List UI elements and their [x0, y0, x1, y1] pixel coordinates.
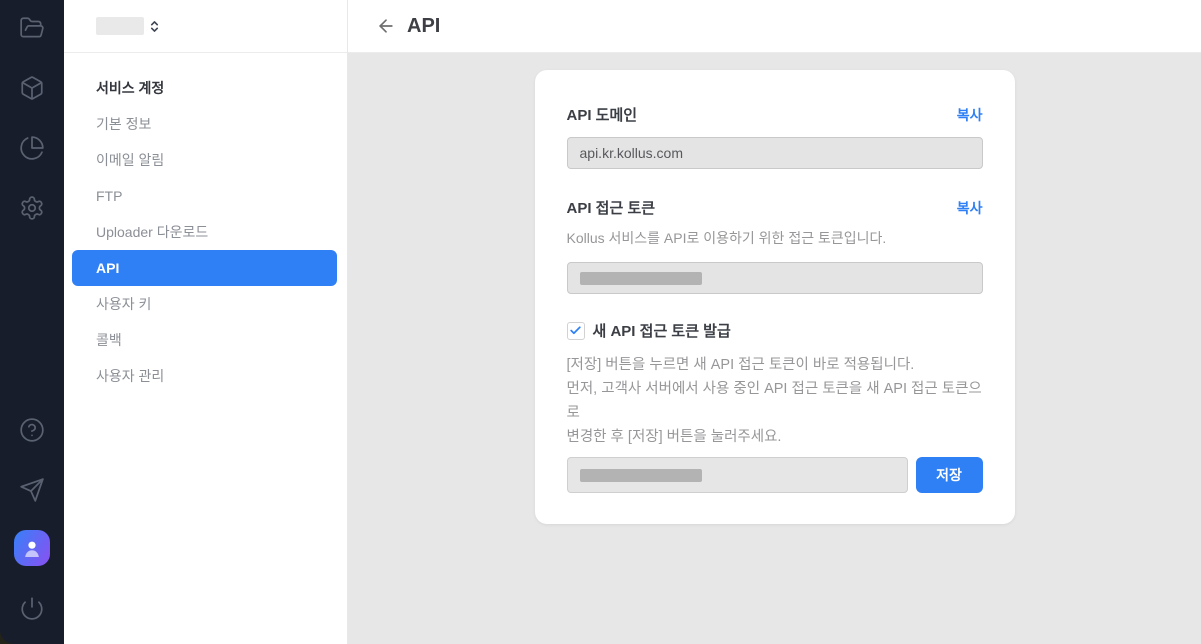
api-domain-section: API 도메인 복사 api.kr.kollus.com	[567, 104, 983, 169]
power-icon[interactable]	[12, 588, 52, 628]
account-select-value-redacted	[96, 17, 144, 35]
api-token-copy-button[interactable]: 복사	[957, 198, 983, 218]
new-token-input[interactable]	[567, 457, 908, 493]
pie-chart-icon[interactable]	[12, 128, 52, 168]
sidebar-item-callback[interactable]: 콜백	[72, 322, 337, 358]
redacted-token-value	[580, 272, 702, 285]
api-token-section: API 접근 토큰 복사 Kollus 서비스를 API로 이용하기 위한 접근…	[567, 197, 983, 294]
settings-sidebar: 서비스 계정 기본 정보 이메일 알림 FTP Uploader 다운로드 AP…	[64, 0, 348, 644]
chevron-up-down-icon	[149, 19, 160, 34]
help-line-1: [저장] 버튼을 누르면 새 API 접근 토큰이 바로 적용됩니다.	[567, 353, 983, 377]
api-domain-input[interactable]: api.kr.kollus.com	[567, 137, 983, 169]
sidebar-section-title: 서비스 계정	[72, 70, 337, 106]
api-token-label: API 접근 토큰	[567, 197, 656, 218]
cube-icon[interactable]	[12, 68, 52, 108]
check-icon	[569, 324, 582, 337]
content-area: API 도메인 복사 api.kr.kollus.com API 접근 토큰 복…	[348, 53, 1201, 644]
main-area: API API 도메인 복사 api.kr.kollus.com API 접근 …	[348, 0, 1201, 644]
gear-icon[interactable]	[12, 188, 52, 228]
folder-icon[interactable]	[12, 8, 52, 48]
app-window: 서비스 계정 기본 정보 이메일 알림 FTP Uploader 다운로드 AP…	[0, 0, 1201, 644]
new-token-checkbox-row[interactable]: 새 API 접근 토큰 발급	[567, 320, 983, 341]
help-icon[interactable]	[12, 410, 52, 450]
api-settings-card: API 도메인 복사 api.kr.kollus.com API 접근 토큰 복…	[535, 70, 1015, 524]
new-token-help-text: [저장] 버튼을 누르면 새 API 접근 토큰이 바로 적용됩니다. 먼저, …	[567, 353, 983, 449]
icon-rail	[0, 0, 64, 644]
sidebar-item-uploader-download[interactable]: Uploader 다운로드	[72, 214, 337, 250]
user-avatar[interactable]	[14, 530, 50, 566]
api-domain-label: API 도메인	[567, 104, 638, 125]
redacted-new-token-value	[580, 469, 702, 482]
page-title: API	[407, 15, 440, 38]
arrow-left-icon[interactable]	[374, 14, 398, 38]
sidebar-menu: 서비스 계정 기본 정보 이메일 알림 FTP Uploader 다운로드 AP…	[64, 53, 347, 394]
save-row: 저장	[567, 457, 983, 493]
save-button[interactable]: 저장	[916, 457, 983, 493]
help-line-3: 변경한 후 [저장] 버튼을 눌러주세요.	[567, 425, 983, 449]
send-icon[interactable]	[12, 470, 52, 510]
sidebar-item-email-alerts[interactable]: 이메일 알림	[72, 142, 337, 178]
new-token-checkbox-label: 새 API 접근 토큰 발급	[593, 320, 731, 341]
account-select[interactable]	[64, 0, 347, 53]
api-domain-copy-button[interactable]: 복사	[957, 105, 983, 125]
sidebar-item-user-management[interactable]: 사용자 관리	[72, 358, 337, 394]
api-token-input[interactable]	[567, 262, 983, 294]
person-icon	[20, 536, 44, 560]
help-line-2: 먼저, 고객사 서버에서 사용 중인 API 접근 토큰을 새 API 접근 토…	[567, 377, 983, 425]
sidebar-item-ftp[interactable]: FTP	[72, 178, 337, 214]
api-token-description: Kollus 서비스를 API로 이용하기 위한 접근 토큰입니다.	[567, 228, 983, 248]
sidebar-item-basic-info[interactable]: 기본 정보	[72, 106, 337, 142]
sidebar-item-api[interactable]: API	[72, 250, 337, 286]
page-header: API	[348, 0, 1201, 53]
new-token-checkbox[interactable]	[567, 322, 585, 340]
sidebar-item-user-key[interactable]: 사용자 키	[72, 286, 337, 322]
